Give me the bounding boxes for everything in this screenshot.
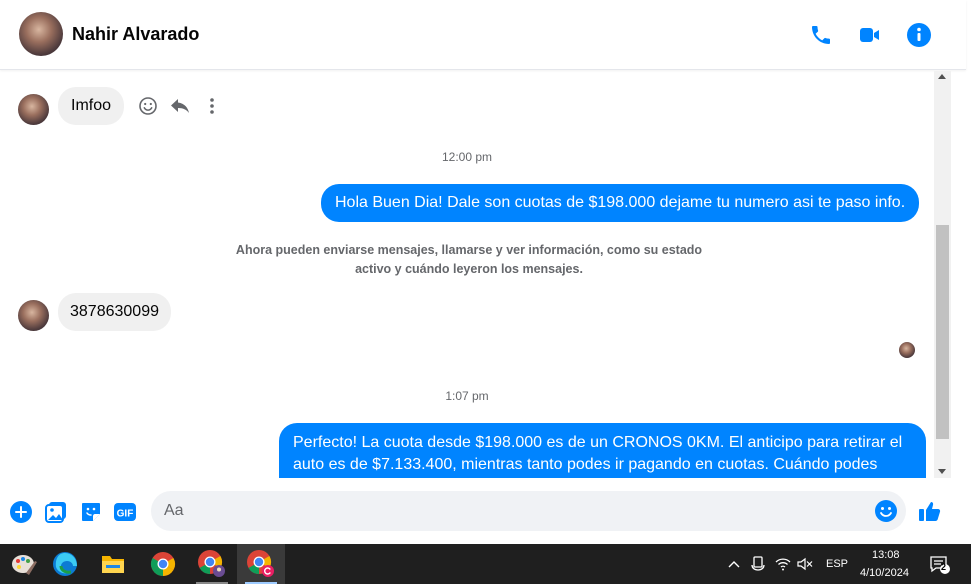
connection-notice: Ahora pueden enviarse mensajes, llamarse… (218, 241, 720, 279)
edge-icon[interactable] (41, 544, 89, 584)
timestamp: 12:00 pm (441, 150, 493, 164)
timestamp: 1:07 pm (445, 389, 489, 403)
incoming-message[interactable]: 3878630099 (58, 293, 171, 331)
volume-muted-icon[interactable] (797, 556, 813, 572)
more-icon[interactable] (201, 95, 223, 117)
messenger-window: Nahir Alvarado Imfoo 12:00 pm Hola Buen … (0, 0, 971, 544)
chrome-profile-icon[interactable] (188, 544, 236, 584)
meet-now-icon[interactable] (750, 556, 766, 572)
message-line: Perfecto! La cuota desde $198.000 es de … (293, 434, 903, 451)
message-line: auto es de $7.133.400, mientras tanto po… (293, 456, 878, 473)
contact-avatar[interactable] (19, 12, 63, 56)
message-input[interactable] (164, 491, 864, 531)
chrome-icon[interactable] (139, 544, 187, 584)
language-indicator[interactable]: ESP (826, 558, 848, 570)
outgoing-message[interactable]: Perfecto! La cuota desde $198.000 es de … (279, 423, 926, 478)
phone-icon[interactable] (808, 22, 834, 48)
incoming-message[interactable]: Imfoo (58, 87, 125, 125)
message-input-wrapper (151, 491, 906, 531)
message-actions (137, 95, 223, 117)
video-camera-icon[interactable] (857, 22, 883, 48)
notification-count: 2 (941, 562, 947, 572)
clock-time[interactable]: 13:08 (872, 549, 900, 561)
message-composer: GIF (0, 478, 971, 544)
contact-avatar-small[interactable] (18, 94, 49, 125)
file-explorer-icon[interactable] (89, 544, 137, 584)
chevron-up-icon[interactable] (726, 556, 742, 572)
scroll-down-arrow-icon[interactable] (938, 469, 946, 474)
gif-label: GIF (117, 509, 134, 520)
notice-line: activo y cuándo leyeron los mensajes. (355, 262, 583, 276)
contact-avatar-small[interactable] (18, 300, 49, 331)
scroll-up-arrow-icon[interactable] (938, 74, 946, 79)
chat-header: Nahir Alvarado (0, 0, 966, 70)
read-receipt-avatar (899, 342, 915, 358)
gif-icon[interactable]: GIF (113, 500, 137, 524)
thumbs-up-icon[interactable] (917, 498, 943, 524)
notice-line: Ahora pueden enviarse mensajes, llamarse… (235, 243, 703, 257)
windows-taskbar: ESP 13:08 4/10/2024 2 (0, 544, 971, 584)
emoji-icon[interactable] (874, 499, 898, 523)
notification-center-icon[interactable]: 2 (929, 554, 951, 576)
reply-icon[interactable] (169, 95, 191, 117)
plus-circle-icon[interactable] (9, 500, 33, 524)
contact-name[interactable]: Nahir Alvarado (72, 24, 199, 45)
chrome-profile-c-icon[interactable] (237, 544, 285, 584)
scrollbar-thumb[interactable] (936, 225, 949, 439)
outgoing-message[interactable]: Hola Buen Dia! Dale son cuotas de $198.0… (321, 184, 920, 222)
sticker-icon[interactable] (79, 500, 103, 524)
thread-scrollbar[interactable] (934, 71, 951, 478)
clock-date[interactable]: 4/10/2024 (860, 567, 909, 579)
smiley-icon[interactable] (137, 95, 159, 117)
wifi-icon[interactable] (775, 556, 791, 572)
image-icon[interactable] (44, 500, 68, 524)
info-icon[interactable] (906, 22, 932, 48)
message-thread: Imfoo 12:00 pm Hola Buen Dia! Dale son c… (0, 71, 934, 478)
